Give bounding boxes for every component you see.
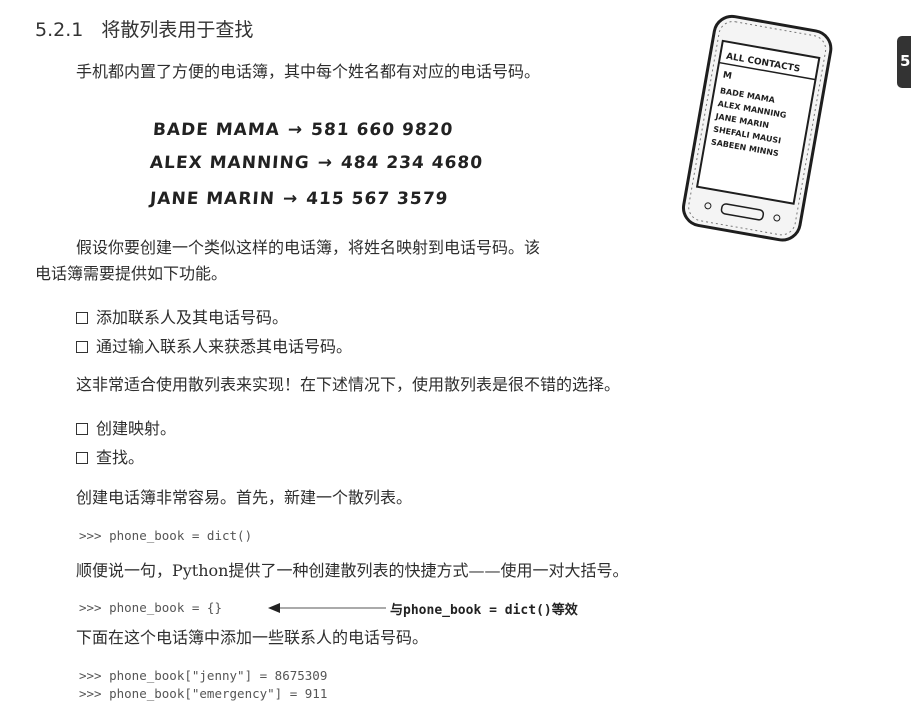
code-line: >>> phone_book = {}: [79, 600, 222, 615]
list-item-text: 添加联系人及其电话号码。: [96, 308, 289, 327]
list-item: 添加联系人及其电话号码。: [76, 307, 288, 329]
handwritten-number: 415 567 3579: [305, 189, 450, 209]
annotation-code: phone_book = dict(): [403, 603, 552, 618]
annotation-suffix: 等效: [551, 603, 578, 618]
annotation-prefix: 与: [390, 603, 404, 618]
section-title: 将散列表用于查找: [101, 19, 254, 41]
handwritten-line: ALEX MANNING → 484 234 4680: [149, 153, 483, 173]
handwritten-number: 484 234 4680: [340, 153, 484, 173]
section-number: 5.2.1: [35, 19, 84, 41]
paragraph-hash-use: 这非常适合使用散列表来实现！在下述情况下，使用散列表是很不错的选择。: [76, 375, 621, 394]
annotation-arrow-icon: [268, 603, 386, 613]
checkbox-icon: [76, 423, 88, 435]
list-item-text: 创建映射。: [96, 419, 177, 438]
handwritten-line: BADE MAMA → 581 660 9820: [152, 120, 454, 140]
chapter-tab: 5: [897, 36, 911, 88]
paragraph-intro: 手机都内置了方便的电话簿，其中每个姓名都有对应的电话号码。: [76, 62, 541, 81]
code-line: >>> phone_book["jenny"] = 8675309: [79, 668, 328, 683]
arrow-icon: →: [287, 120, 304, 140]
handwritten-number: 581 660 9820: [310, 120, 454, 140]
list-item-text: 通过输入联系人来获悉其电话号码。: [96, 337, 353, 356]
checkbox-icon: [76, 341, 88, 353]
paragraph-phonebook: 假设你要创建一个类似这样的电话簿，将姓名映射到电话号码。该: [76, 238, 541, 257]
paragraph-python-shortcut: 顺便说一句，Python提供了一种创建散列表的快捷方式——使用一对大括号。: [76, 561, 629, 580]
code-annotation: 与phone_book = dict()等效: [390, 599, 578, 618]
arrow-icon: →: [316, 153, 334, 173]
arrow-icon: →: [282, 189, 299, 209]
chapter-tab-number: 5: [900, 52, 911, 70]
handwritten-name: ALEX MANNING: [149, 153, 311, 173]
handwritten-name: JANE MARIN: [149, 189, 276, 209]
checkbox-icon: [76, 452, 88, 464]
code-line: >>> phone_book["emergency"] = 911: [79, 686, 328, 701]
list-item-text: 查找。: [96, 448, 145, 467]
handwritten-line: JANE MARIN → 415 567 3579: [149, 189, 449, 209]
checkbox-icon: [76, 312, 88, 324]
handwritten-name: BADE MAMA: [152, 120, 281, 140]
list-item: 创建映射。: [76, 418, 176, 440]
paragraph-create: 创建电话簿非常容易。首先，新建一个散列表。: [76, 488, 413, 507]
code-line: >>> phone_book = dict(): [79, 528, 253, 543]
paragraph-phonebook-cont: 电话簿需要提供如下功能。: [35, 264, 228, 283]
list-item: 查找。: [76, 447, 144, 469]
phone-letter: M: [722, 70, 733, 81]
phone-illustration: ALL CONTACTS M BADE MAMA ALEX MANNING JA…: [682, 14, 833, 242]
section-heading: 5.2.1 将散列表用于查找: [35, 15, 253, 42]
list-item: 通过输入联系人来获悉其电话号码。: [76, 336, 352, 358]
paragraph-add-contacts: 下面在这个电话簿中添加一些联系人的电话号码。: [76, 628, 429, 647]
